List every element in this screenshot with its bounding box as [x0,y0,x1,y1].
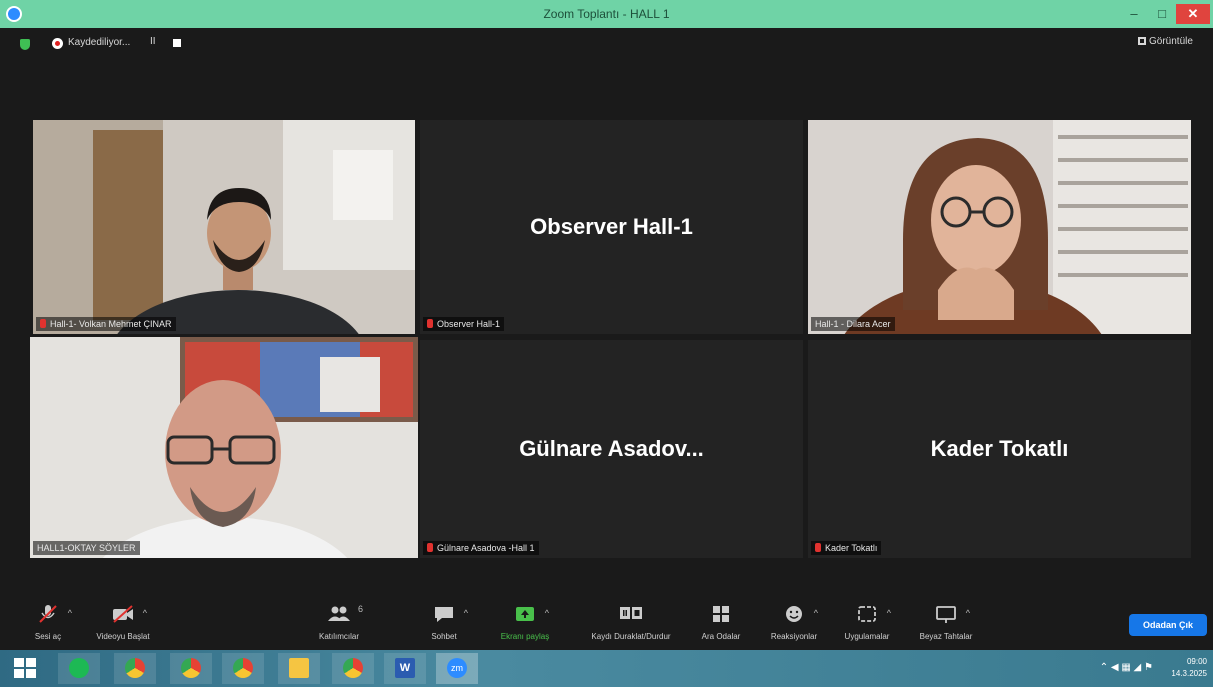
chat-button[interactable]: ^ Sohbet [424,604,468,641]
participants-count: 6 [357,604,363,614]
pause-stop-recording-button[interactable]: Kaydı Duraklat/Durdur [576,604,686,641]
chevron-up-icon[interactable]: ^ [966,608,970,618]
windows-start-icon[interactable] [14,658,36,678]
window-title: Zoom Toplantı - HALL 1 [543,7,670,21]
taskbar-file-explorer-icon[interactable] [278,653,320,684]
participant-name-tag: Gülnare Asadova -Hall 1 [423,541,539,555]
share-screen-button[interactable]: ^ Ekranı paylaş [494,604,556,641]
taskbar-zoom-icon[interactable]: zm [436,653,478,684]
pause-recording-button[interactable]: II [150,36,156,47]
taskbar-chrome-icon[interactable] [332,653,374,684]
view-button[interactable]: Görüntüle [1138,36,1193,47]
participant-video [30,337,418,558]
chevron-up-icon[interactable]: ^ [68,608,72,618]
participant-name-tag: Hall-1- Volkan Mehmet ÇINAR [36,317,176,331]
participants-button[interactable]: 6 Katılımcılar [316,604,363,641]
grid-view-icon [1138,37,1146,45]
recording-icon [52,38,63,49]
whiteboards-label: Beyaz Tahtalar [919,632,973,641]
participant-name: HALL1-OKTAY SÖYLER [37,543,136,553]
share-screen-label: Ekranı paylaş [500,632,550,641]
participant-name-tag: Kader Tokatlı [811,541,882,555]
whiteboard-icon: ^ [934,604,970,624]
leave-room-button[interactable]: Odadan Çık [1129,614,1207,636]
taskbar-spotify-icon[interactable] [58,653,100,684]
participant-name: Observer Hall-1 [437,319,501,329]
breakout-rooms-icon [709,604,733,624]
video-tile[interactable]: Kader Tokatlı Kader Tokatlı [808,340,1191,558]
breakout-rooms-button[interactable]: Ara Odalar [700,604,742,641]
participant-display-name: Kader Tokatlı [930,436,1069,461]
chevron-up-icon[interactable]: ^ [464,608,468,618]
chat-label: Sohbet [431,632,457,641]
system-clock[interactable]: 09:00 14.3.2025 [1171,656,1207,680]
breakout-rooms-label: Ara Odalar [701,632,741,641]
participant-name-tag: Observer Hall-1 [423,317,505,331]
maximize-button[interactable]: □ [1148,4,1176,24]
clock-date: 14.3.2025 [1171,669,1207,678]
meeting-toolbar: ^ Sesi aç ^ Videoyu Başlat 6 Katılımcıla… [0,598,1213,650]
whiteboards-button[interactable]: ^ Beyaz Tahtalar [914,604,978,641]
video-tile[interactable]: Observer Hall-1 Observer Hall-1 [420,120,803,334]
view-label: Görüntüle [1149,36,1193,47]
participant-name-tag: Hall-1 - Dilara Acer [811,317,895,331]
word-label: W [395,658,415,678]
participant-video [808,120,1191,334]
start-video-button[interactable]: ^ Videoyu Başlat [92,604,154,641]
reactions-label: Reaksiyonlar [770,632,818,641]
video-tile[interactable]: Hall-1- Volkan Mehmet ÇINAR [33,120,415,334]
chevron-up-icon[interactable]: ^ [143,608,147,618]
pause-stop-icon [619,604,643,624]
reactions-icon: ^ [782,604,818,624]
video-tile[interactable]: Hall-1 - Dilara Acer [808,120,1191,334]
participant-name: Hall-1- Volkan Mehmet ÇINAR [50,319,172,329]
participant-name: Gülnare Asadova -Hall 1 [437,543,535,553]
participant-display-name: Gülnare Asadov... [519,436,704,461]
clock-time: 09:00 [1186,657,1207,666]
taskbar-chrome-icon[interactable] [222,653,264,684]
video-tile-active-speaker[interactable]: HALL1-OKTAY SÖYLER [30,337,418,558]
taskbar-chrome-icon[interactable] [170,653,212,684]
system-tray[interactable]: ⌃ ◀ ▦ ◢ ⚑ [1100,662,1153,673]
mic-muted-icon [427,319,433,328]
participants-icon: 6 [327,604,363,624]
chevron-up-icon[interactable]: ^ [887,608,891,618]
minimize-button[interactable]: – [1120,4,1148,24]
unmute-label: Sesi aç [34,632,62,641]
apps-icon: ^ [855,604,891,624]
windows-taskbar: W zm ⌃ ◀ ▦ ◢ ⚑ 09:00 14.3.2025 [0,650,1213,687]
security-shield-icon[interactable] [20,39,30,50]
zoom-label: zm [447,658,467,678]
participants-label: Katılımcılar [318,632,359,641]
pause-stop-label: Kaydı Duraklat/Durdur [591,632,671,641]
start-video-label: Videoyu Başlat [96,632,150,641]
recording-status: Kaydediliyor... [68,37,131,48]
participant-display-name: Observer Hall-1 [530,214,693,239]
mic-muted-icon [40,319,46,328]
zoom-window: Zoom Toplantı - HALL 1 – □ ✕ Kaydediliyo… [0,0,1213,687]
video-off-icon: ^ [111,604,147,624]
mic-muted-icon: ^ [36,604,72,624]
mic-muted-icon [815,543,821,552]
apps-button[interactable]: ^ Uygulamalar [840,604,894,641]
participant-name: Hall-1 - Dilara Acer [815,319,891,329]
apps-label: Uygulamalar [844,632,890,641]
video-tile[interactable]: Gülnare Asadov... Gülnare Asadova -Hall … [420,340,803,558]
close-button[interactable]: ✕ [1176,4,1210,24]
participant-name: Kader Tokatlı [825,543,878,553]
taskbar-word-icon[interactable]: W [384,653,426,684]
share-screen-icon: ^ [513,604,549,624]
participant-name-tag: HALL1-OKTAY SÖYLER [33,541,140,555]
chevron-up-icon[interactable]: ^ [545,608,549,618]
mic-muted-icon [427,543,433,552]
participant-video [33,120,415,334]
title-bar: Zoom Toplantı - HALL 1 – □ ✕ [0,0,1213,28]
unmute-button[interactable]: ^ Sesi aç [28,604,72,641]
taskbar-chrome-icon[interactable] [114,653,156,684]
reactions-button[interactable]: ^ Reaksiyonlar [766,604,822,641]
stop-recording-button[interactable] [173,39,181,47]
chevron-up-icon[interactable]: ^ [814,608,818,618]
chat-icon: ^ [432,604,468,624]
meeting-top-bar: Kaydediliyor... II Görüntüle [0,28,1213,58]
